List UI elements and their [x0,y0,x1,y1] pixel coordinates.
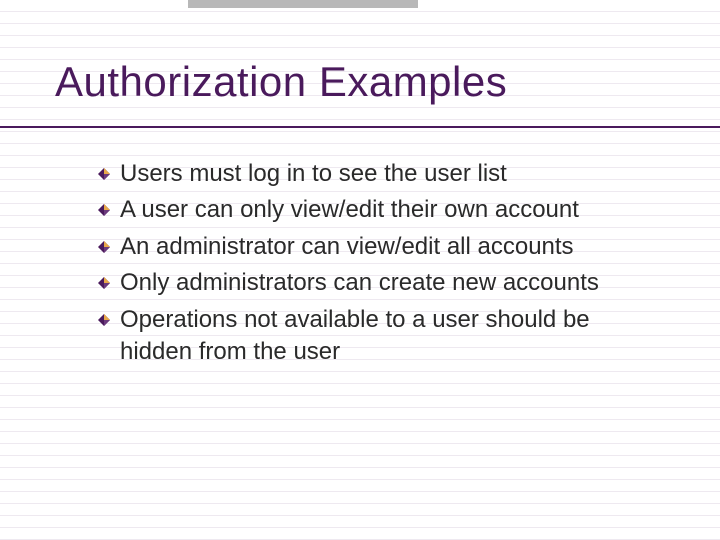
bullet-text: A user can only view/edit their own acco… [120,194,579,226]
diamond-bullet-icon [98,168,110,180]
diamond-bullet-icon [98,241,110,253]
bullet-text: Only administrators can create new accou… [120,267,599,299]
slide: Authorization Examples Users must log in… [0,0,720,540]
title-underline [0,126,720,128]
bullet-list: Users must log in to see the user list A… [98,158,670,372]
bullet-item: A user can only view/edit their own acco… [98,194,670,226]
slide-title: Authorization Examples [55,58,507,106]
bullet-item: An administrator can view/edit all accou… [98,231,670,263]
bullet-text: An administrator can view/edit all accou… [120,231,574,263]
diamond-bullet-icon [98,277,110,289]
top-shadow-bar [188,0,418,8]
bullet-text: Users must log in to see the user list [120,158,507,190]
diamond-bullet-icon [98,204,110,216]
bullet-item: Only administrators can create new accou… [98,267,670,299]
bullet-text: Operations not available to a user shoul… [120,304,660,369]
bullet-item: Operations not available to a user shoul… [98,304,670,369]
bullet-item: Users must log in to see the user list [98,158,670,190]
diamond-bullet-icon [98,314,110,326]
